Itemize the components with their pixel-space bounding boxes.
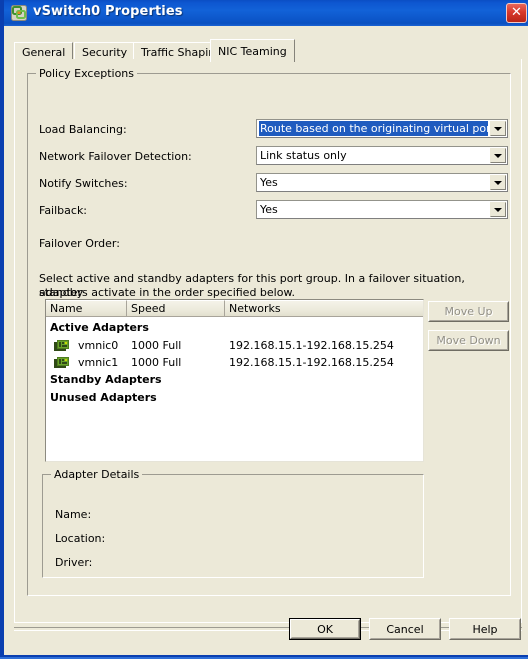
chevron-down-icon[interactable] bbox=[490, 175, 506, 190]
failback-value: Yes bbox=[260, 203, 278, 216]
failover-order-label: Failover Order: bbox=[39, 237, 120, 250]
load-balancing-label: Load Balancing: bbox=[39, 123, 127, 136]
footer-separator bbox=[14, 627, 522, 631]
network-failover-detection-value: Link status only bbox=[260, 149, 347, 162]
cancel-button[interactable]: Cancel bbox=[369, 618, 441, 640]
adapter-detail-name-label: Name: bbox=[55, 508, 92, 521]
window-title: vSwitch0 Properties bbox=[33, 4, 183, 19]
notify-switches-select[interactable]: Yes bbox=[256, 173, 508, 192]
tab-security[interactable]: Security bbox=[74, 42, 136, 60]
move-up-button[interactable]: Move Up bbox=[428, 301, 509, 322]
adapter-speed: 1000 Full bbox=[131, 339, 182, 352]
chevron-down-icon[interactable] bbox=[490, 202, 506, 217]
nic-adapter-icon bbox=[54, 340, 69, 353]
adapter-name: vmnic0 bbox=[78, 339, 119, 352]
tab-nic-teaming-label: NIC Teaming bbox=[218, 45, 287, 58]
policy-exceptions-label: Policy Exceptions bbox=[36, 67, 138, 80]
tab-general[interactable]: General bbox=[14, 42, 74, 60]
cancel-label: Cancel bbox=[370, 619, 440, 639]
column-header-name[interactable]: Name bbox=[46, 300, 127, 316]
tab-strip: General Security Traffic Shaping NIC Tea… bbox=[14, 39, 522, 62]
load-balancing-value: Route based on the originating virtual p… bbox=[259, 121, 488, 136]
notify-switches-label: Notify Switches: bbox=[39, 177, 128, 190]
nic-adapter-icon bbox=[54, 357, 69, 370]
move-up-label: Move Up bbox=[429, 302, 508, 321]
adapter-list[interactable]: Name Speed Networks Active Adapters vmni… bbox=[45, 299, 424, 462]
chevron-down-icon[interactable] bbox=[490, 121, 506, 136]
ok-button[interactable]: OK bbox=[289, 618, 361, 640]
adapter-details-label: Adapter Details bbox=[51, 468, 143, 481]
help-label: Help bbox=[450, 619, 520, 639]
group-header-unused-adapters: Unused Adapters bbox=[50, 391, 157, 404]
table-row[interactable]: vmnic1 1000 Full 192.168.15.1-192.168.15… bbox=[46, 355, 423, 372]
load-balancing-select[interactable]: Route based on the originating virtual p… bbox=[256, 119, 508, 138]
vswitch-icon bbox=[11, 5, 27, 21]
dialog-window: vSwitch0 Properties ✕ General Security T… bbox=[0, 0, 528, 659]
dialog-client-area: General Security Traffic Shaping NIC Tea… bbox=[8, 26, 528, 655]
adapter-list-body: Active Adapters vmnic0 1000 Full 192.168… bbox=[46, 317, 423, 461]
adapter-list-header: Name Speed Networks bbox=[46, 300, 423, 317]
move-down-button[interactable]: Move Down bbox=[428, 330, 509, 351]
nic-teaming-panel: Policy Exceptions Load Balancing: Networ… bbox=[14, 59, 522, 623]
column-header-speed[interactable]: Speed bbox=[127, 300, 225, 316]
close-glyph: ✕ bbox=[511, 5, 522, 20]
notify-switches-value: Yes bbox=[260, 176, 278, 189]
move-down-label: Move Down bbox=[429, 331, 508, 350]
title-bar[interactable]: vSwitch0 Properties ✕ bbox=[4, 0, 528, 26]
tab-general-label: General bbox=[22, 46, 66, 59]
tab-nic-teaming[interactable]: NIC Teaming bbox=[210, 39, 295, 62]
adapter-detail-driver-label: Driver: bbox=[55, 556, 93, 569]
group-header-active-adapters: Active Adapters bbox=[50, 321, 149, 334]
help-button[interactable]: Help bbox=[449, 618, 521, 640]
group-header-standby-adapters: Standby Adapters bbox=[50, 373, 162, 386]
adapter-networks: 192.168.15.1-192.168.15.254 bbox=[229, 356, 394, 369]
failover-description-line2: adapters activate in the order specified… bbox=[39, 286, 295, 299]
adapter-speed: 1000 Full bbox=[131, 356, 182, 369]
tab-security-label: Security bbox=[82, 46, 128, 59]
adapter-detail-location-label: Location: bbox=[55, 532, 106, 545]
network-failover-detection-label: Network Failover Detection: bbox=[39, 150, 192, 163]
column-header-networks[interactable]: Networks bbox=[225, 300, 423, 316]
failback-select[interactable]: Yes bbox=[256, 200, 508, 219]
network-failover-detection-select[interactable]: Link status only bbox=[256, 146, 508, 165]
table-row[interactable]: vmnic0 1000 Full 192.168.15.1-192.168.15… bbox=[46, 338, 423, 355]
adapter-name: vmnic1 bbox=[78, 356, 119, 369]
ok-label: OK bbox=[291, 620, 359, 638]
adapter-networks: 192.168.15.1-192.168.15.254 bbox=[229, 339, 394, 352]
failback-label: Failback: bbox=[39, 204, 88, 217]
chevron-down-icon[interactable] bbox=[490, 148, 506, 163]
close-icon[interactable]: ✕ bbox=[506, 3, 527, 23]
adapter-details-group: Adapter Details bbox=[42, 468, 424, 578]
